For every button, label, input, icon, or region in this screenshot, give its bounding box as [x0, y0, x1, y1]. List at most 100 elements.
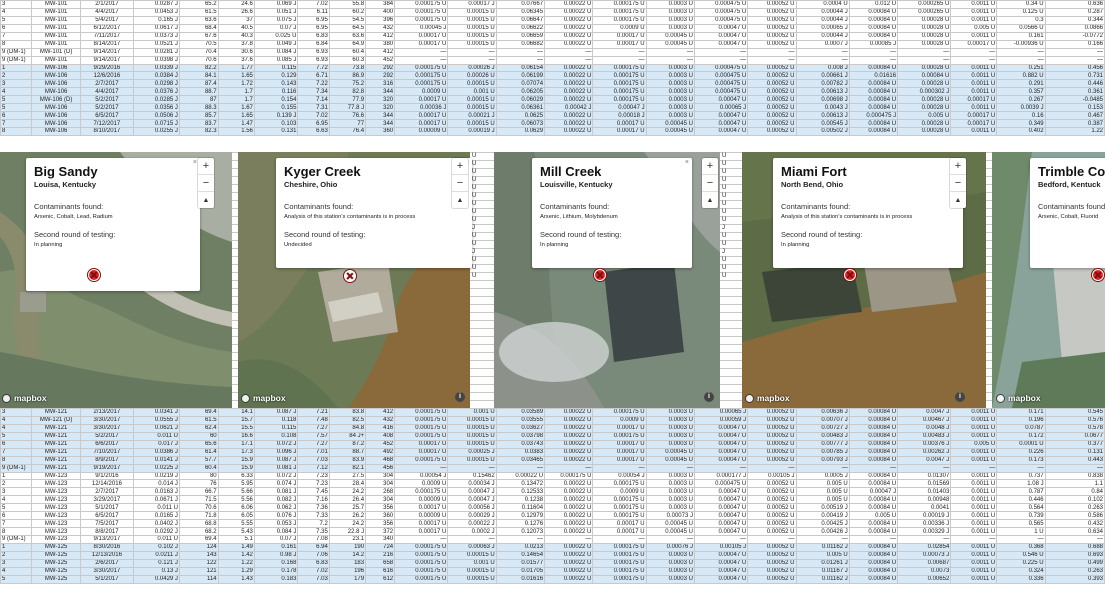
table-cell[interactable]: 0.00052 U: [747, 408, 797, 417]
table-cell[interactable]: 0.0011 U: [950, 495, 998, 505]
table-cell[interactable]: 0.155: [253, 103, 299, 113]
table-cell[interactable]: 408: [365, 431, 396, 441]
plus-icon[interactable]: +: [198, 158, 214, 175]
table-cell[interactable]: 1.49: [217, 542, 255, 552]
table-cell[interactable]: MW-106: [31, 79, 81, 89]
table-cell[interactable]: 7: [0, 119, 33, 128]
minus-icon[interactable]: −: [198, 175, 214, 192]
table-cell[interactable]: 0.06029: [495, 95, 546, 105]
table-cell[interactable]: 9 (DM-1): [0, 55, 33, 65]
table-cell[interactable]: 0.00052 U: [747, 511, 797, 521]
table-cell[interactable]: 0.00065 J: [693, 103, 749, 113]
table-cell[interactable]: 0.00017 U: [950, 111, 998, 121]
table-cell[interactable]: 0.00084 U: [848, 63, 899, 73]
table-cell[interactable]: 65.2: [178, 0, 219, 9]
table-cell[interactable]: 0.000175 U: [394, 542, 449, 552]
table-cell[interactable]: 0.00017 U: [592, 31, 647, 41]
table-cell[interactable]: 26.2: [328, 511, 367, 521]
table-cell[interactable]: 0.00045 U: [645, 39, 695, 49]
table-cell[interactable]: 0.12979: [495, 511, 546, 521]
table-cell[interactable]: 24.6: [217, 0, 255, 9]
table-cell[interactable]: 0.011 U: [133, 431, 180, 441]
table-cell[interactable]: MW-125: [31, 558, 81, 568]
table-cell[interactable]: 0.00045 U: [645, 127, 695, 136]
table-cell[interactable]: 0.00022 U: [544, 439, 594, 449]
table-cell[interactable]: 0.0043 J: [795, 103, 850, 113]
table-cell[interactable]: 0.06647: [495, 15, 546, 25]
table-cell[interactable]: 0.00017 U: [394, 503, 449, 513]
table-cell[interactable]: 0.03555: [495, 415, 546, 425]
table-cell[interactable]: 0.00015 U: [447, 31, 497, 41]
table-cell[interactable]: 3/30/2017: [79, 415, 135, 425]
table-cell[interactable]: —: [1044, 55, 1105, 65]
table-cell[interactable]: 5/1/2017: [79, 503, 135, 513]
table-cell[interactable]: 0.062 J: [253, 503, 299, 513]
table-cell[interactable]: 4/4/2017: [79, 87, 135, 97]
table-cell[interactable]: —: [897, 463, 952, 473]
table-cell[interactable]: —: [747, 535, 797, 544]
table-cell[interactable]: MW-123: [31, 527, 81, 536]
table-cell[interactable]: 0.000175 U: [592, 79, 647, 89]
table-cell[interactable]: —: [394, 535, 449, 544]
table-cell[interactable]: 0.00052 U: [747, 87, 797, 97]
table-cell[interactable]: 80: [178, 471, 219, 481]
table-cell[interactable]: 0.00015 U: [447, 439, 497, 449]
table-cell[interactable]: 0.0011 U: [950, 63, 998, 73]
table-cell[interactable]: 0.03465: [495, 455, 546, 465]
compass-icon[interactable]: ▲: [702, 192, 718, 208]
table-cell[interactable]: 0.00652: [897, 574, 952, 584]
table-cell[interactable]: 0.357: [996, 87, 1046, 97]
table-cell[interactable]: 37: [217, 15, 255, 25]
table-cell[interactable]: 0.00022 U: [544, 408, 594, 417]
table-cell[interactable]: 82.1: [328, 463, 367, 473]
table-cell[interactable]: 412: [365, 31, 396, 41]
table-cell[interactable]: 0.0376 J: [133, 87, 180, 97]
table-cell[interactable]: MW-123: [31, 511, 81, 521]
table-cell[interactable]: 0.0011 U: [950, 423, 998, 433]
table-cell[interactable]: 0.00047 U: [693, 447, 749, 457]
table-cell[interactable]: 7.34: [297, 87, 330, 97]
table-cell[interactable]: 0.00105 J: [693, 542, 749, 552]
table-cell[interactable]: 0.393: [1044, 574, 1105, 584]
table-cell[interactable]: 0.173: [996, 455, 1046, 465]
table-cell[interactable]: 432: [365, 415, 396, 425]
table-cell[interactable]: MW-123: [31, 503, 81, 513]
table-cell[interactable]: 0.349: [996, 119, 1046, 128]
table-cell[interactable]: 0.005 U: [795, 487, 850, 497]
table-cell[interactable]: 0.446: [1044, 79, 1105, 89]
table-cell[interactable]: 0.096 J: [253, 447, 299, 457]
table-cell[interactable]: 0.0787: [996, 423, 1046, 433]
table-cell[interactable]: 0.00052 U: [747, 39, 797, 49]
table-cell[interactable]: 37.6: [217, 55, 255, 65]
table-cell[interactable]: 60.3: [328, 55, 367, 65]
table-cell[interactable]: 0.267: [996, 95, 1046, 105]
table-cell[interactable]: 0.0163 J: [133, 487, 180, 497]
table-cell[interactable]: 0.07 J: [253, 535, 299, 544]
table-cell[interactable]: 0.287: [1044, 7, 1105, 17]
table-cell[interactable]: 0.00047 U: [693, 558, 749, 568]
table-cell[interactable]: MW-123: [31, 519, 81, 529]
table-cell[interactable]: 0.01162 J: [795, 574, 850, 584]
table-cell[interactable]: -0.00936 U: [996, 39, 1046, 49]
table-cell[interactable]: —: [795, 55, 850, 65]
table-cell[interactable]: 0.00065 J: [693, 408, 749, 417]
table-cell[interactable]: 0.00022 U: [544, 415, 594, 425]
table-cell[interactable]: 3: [0, 0, 33, 9]
table-cell[interactable]: 6.93: [297, 47, 330, 57]
table-cell[interactable]: 0.00022 U: [544, 447, 594, 457]
table-cell[interactable]: —: [897, 535, 952, 544]
table-cell[interactable]: 8/8/2017: [79, 527, 135, 536]
table-cell[interactable]: 0.00042 J: [544, 103, 594, 113]
table-cell[interactable]: 0.084 J: [253, 527, 299, 536]
table-cell[interactable]: 0.00052 U: [747, 447, 797, 457]
table-cell[interactable]: 0.069 J: [253, 0, 299, 9]
table-cell[interactable]: —: [747, 55, 797, 65]
table-cell[interactable]: 30.6: [217, 47, 255, 57]
table-cell[interactable]: 658: [365, 558, 396, 568]
table-cell[interactable]: 0.00065 J: [795, 23, 850, 33]
table-cell[interactable]: 0.0165 J: [133, 511, 180, 521]
table-cell[interactable]: 0.00519 J: [795, 503, 850, 513]
table-cell[interactable]: 6/5/2017: [79, 511, 135, 521]
table-cell[interactable]: —: [950, 463, 998, 473]
table-cell[interactable]: 7.36: [297, 503, 330, 513]
